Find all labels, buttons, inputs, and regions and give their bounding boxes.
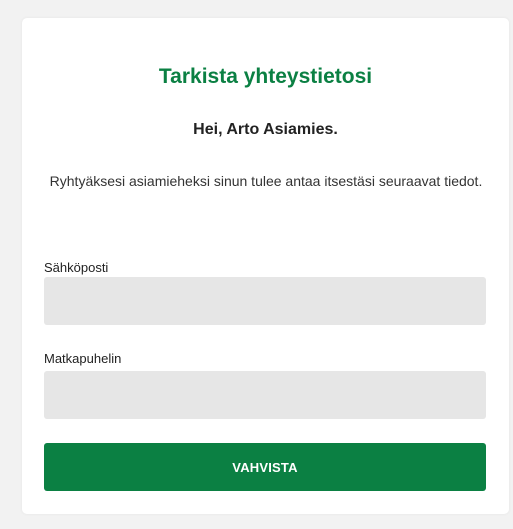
- phone-field[interactable]: [44, 371, 486, 419]
- greeting-text: Hei, Arto Asiamies.: [193, 121, 338, 138]
- intro-text: Ryhtyäksesi asiamieheksi sinun tulee ant…: [49, 173, 483, 189]
- page-title: Tarkista yhteystietosi: [158, 65, 373, 88]
- phone-label: Matkapuhelin: [44, 351, 122, 366]
- email-field[interactable]: [44, 277, 486, 325]
- email-label: Sähköposti: [44, 260, 109, 275]
- confirm-button[interactable]: VAHVISTA: [44, 443, 486, 491]
- contact-info-card: Tarkista yhteystietosi Hei, Arto Asiamie…: [22, 18, 509, 514]
